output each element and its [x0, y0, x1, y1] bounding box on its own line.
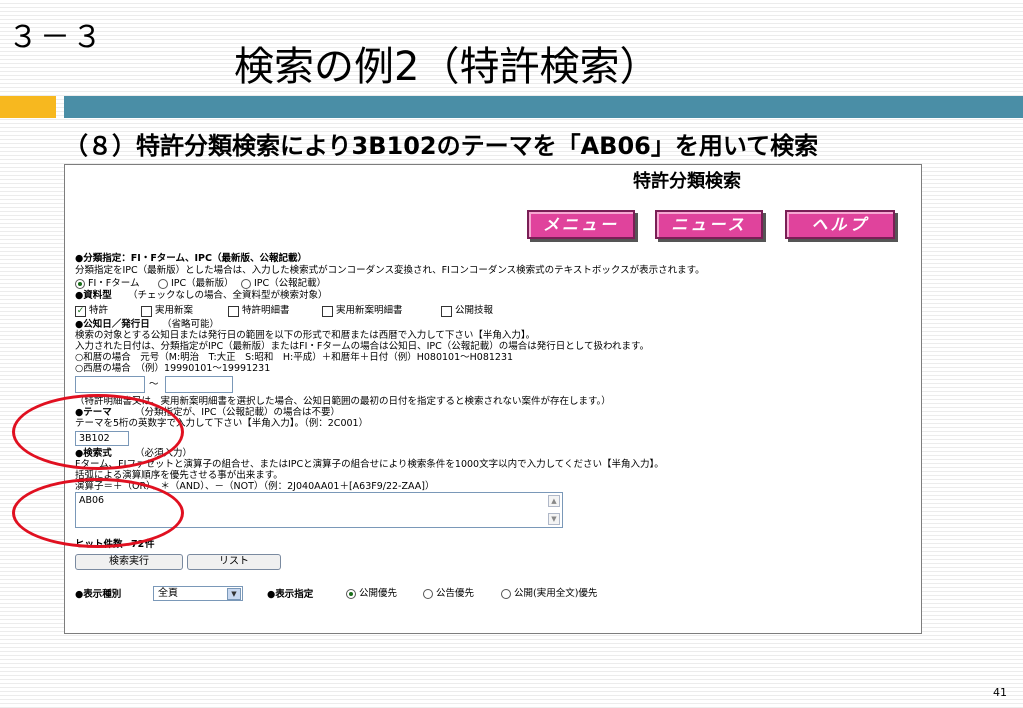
slide-title: 検索の例2（特許検索）: [234, 44, 660, 90]
radio-ipc-gazette-label: IPC（公報記載）: [254, 278, 327, 289]
radio-ipc-gazette[interactable]: [241, 279, 251, 289]
radio-fi-fterm[interactable]: [75, 279, 85, 289]
query-instruction-1: Fターム、FIファセットと演算子の組合せ、またはIPCと演算子の組合せにより検索…: [75, 459, 664, 470]
radio-kokai-fulltext-priority[interactable]: [501, 589, 511, 599]
doc-type-heading: ●資料型: [75, 290, 112, 301]
radio-kokoku-priority-label: 公告優先: [436, 588, 475, 599]
chevron-down-icon[interactable]: ▼: [227, 588, 241, 600]
classification-description: 分類指定をIPC（最新版）とした場合は、入力した検索式がコンコーダンス変換され、…: [75, 265, 705, 276]
display-type-value: 全頁: [158, 588, 178, 599]
doc-type-note: （チェックなしの場合、全資料型が検索対象）: [128, 290, 328, 301]
date-heading: ●公知日／発行日: [75, 319, 150, 330]
display-type-select[interactable]: 全頁 ▼: [153, 586, 243, 601]
display-type-label: ●表示種別: [75, 589, 122, 600]
checkbox-tech-disclosure-label: 公開技報: [455, 305, 494, 316]
slide-subtitle: （８）特許分類検索により3B102のテーマを「AB06」を用いて検索: [64, 132, 819, 160]
checkbox-patent-label: 特許: [89, 305, 109, 316]
radio-kokoku-priority[interactable]: [423, 589, 433, 599]
menu-button[interactable]: メニュー: [527, 210, 635, 239]
radio-kokai-priority[interactable]: [346, 589, 356, 599]
news-button[interactable]: ニュース: [655, 210, 763, 239]
search-page-screenshot: 特許分類検索 メニュー ニュース ヘルプ ●分類指定：FI・Fターム、IPC（最…: [64, 164, 922, 634]
annotation-circle-query: [12, 478, 184, 548]
checkbox-utility-spec-label: 実用新案明細書: [336, 305, 403, 316]
date-note: （省略可能）: [162, 319, 220, 330]
checkbox-patent-spec-label: 特許明細書: [242, 305, 290, 316]
accent-bar-teal: [64, 96, 1023, 118]
radio-kokai-fulltext-priority-label: 公開(実用全文)優先: [514, 588, 598, 599]
date-example-wareki: ○和暦の場合 元号（M:明治 T:大正 S:昭和 H:平成）＋和暦年＋日付（例）…: [75, 352, 514, 363]
date-instruction-2: 入力された日付は、分類指定がIPC（最新版）またはFI・Fタームの場合は公知日、…: [75, 341, 650, 352]
list-button[interactable]: リスト: [187, 554, 281, 570]
checkbox-utility-spec[interactable]: [322, 306, 333, 317]
checkbox-utility-label: 実用新案: [155, 305, 194, 316]
radio-kokai-priority-label: 公開優先: [359, 588, 398, 599]
checkbox-patent[interactable]: ✓: [75, 306, 86, 317]
scroll-down-icon[interactable]: ▼: [548, 513, 560, 525]
execute-search-button[interactable]: 検索実行: [75, 554, 183, 570]
checkbox-tech-disclosure[interactable]: [441, 306, 452, 317]
date-from-input[interactable]: [75, 376, 145, 393]
date-range-tilde: ～: [149, 379, 159, 390]
date-to-input[interactable]: [165, 376, 233, 393]
radio-fi-fterm-label: FI・Fターム: [88, 278, 140, 289]
radio-ipc-latest[interactable]: [158, 279, 168, 289]
checkbox-patent-spec[interactable]: [228, 306, 239, 317]
accent-bar-orange: [0, 96, 56, 118]
annotation-circle-theme: [12, 394, 184, 470]
radio-ipc-latest-label: IPC（最新版）: [171, 278, 234, 289]
page-number: 41: [993, 686, 1007, 699]
classification-heading: ●分類指定：FI・Fターム、IPC（最新版、公報記載）: [75, 253, 307, 264]
page-title: 特許分類検索: [633, 171, 741, 192]
checkbox-utility[interactable]: [141, 306, 152, 317]
scroll-up-icon[interactable]: ▲: [548, 495, 560, 507]
help-button[interactable]: ヘルプ: [785, 210, 895, 239]
date-example-seireki: ○西暦の場合 （例）19990101～19991231: [75, 363, 271, 374]
section-number: ３－３: [8, 20, 104, 55]
date-instruction-1: 検索の対象とする公知日または発行日の範囲を以下の形式で和暦または西暦で入力して下…: [75, 330, 536, 341]
display-order-label: ●表示指定: [267, 589, 314, 600]
